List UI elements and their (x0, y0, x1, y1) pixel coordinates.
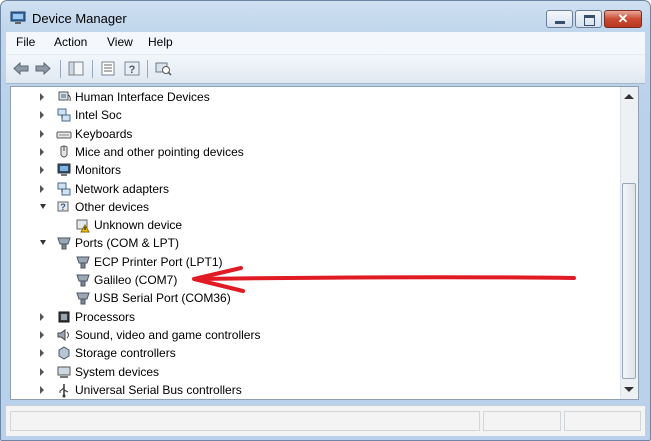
tree-item-label: Monitors (75, 163, 122, 178)
tree-item-label: Other devices (75, 199, 150, 214)
scroll-down-icon[interactable] (624, 387, 634, 392)
tree-item-label: Mice and other pointing devices (75, 144, 244, 159)
device-manager-app-icon (10, 11, 26, 24)
svg-text:?: ? (60, 202, 66, 212)
tree-item-galileo-com7[interactable]: Galileo (COM7) (11, 271, 621, 289)
tree-item-processors[interactable]: Processors (11, 308, 621, 326)
toolbar-separator (60, 60, 61, 78)
collapse-icon[interactable] (40, 203, 46, 209)
properties-icon[interactable] (99, 60, 117, 77)
tree-item-system-devices[interactable]: System devices (11, 363, 621, 381)
maximize-icon (584, 15, 595, 26)
menu-action[interactable]: Action (52, 35, 89, 49)
tree-item-label: USB Serial Port (COM36) (94, 291, 231, 306)
expand-icon[interactable] (40, 111, 44, 120)
tree-item-universal-serial-bus-controllers[interactable]: Universal Serial Bus controllers (11, 381, 621, 399)
vertical-scrollbar[interactable] (620, 87, 638, 399)
tree-item-label: Keyboards (75, 126, 133, 141)
tree-item-sound-video-and-game-controllers[interactable]: Sound, video and game controllers (11, 326, 621, 344)
menu-view[interactable]: View (105, 35, 135, 49)
expand-icon[interactable] (40, 147, 44, 156)
toolbar: ? (6, 54, 645, 84)
menu-bar: File Action View Help (6, 32, 645, 54)
tree-item-label: Ports (COM & LPT) (75, 236, 180, 251)
device-manager-window: Device Manager ✕ File Action View Help ?… (0, 0, 651, 441)
status-pane (10, 411, 480, 431)
window-title: Device Manager (32, 11, 127, 26)
tree-item-label: Intel Soc (75, 108, 122, 123)
device-tree[interactable]: Human Interface Devices Intel Soc Keyboard… (10, 86, 639, 400)
tree-item-ports-com-lpt[interactable]: Ports (COM & LPT) (11, 234, 621, 252)
tree-item-label: Human Interface Devices (75, 90, 210, 104)
status-bar (6, 405, 645, 436)
network-icon (57, 182, 71, 195)
tree-item-monitors[interactable]: Monitors (11, 161, 621, 179)
keyboard-icon (56, 131, 72, 139)
maximize-button[interactable] (575, 10, 602, 28)
hid-icon (58, 91, 71, 102)
tree-item-label: Unknown device (94, 218, 183, 233)
svg-text:?: ? (129, 64, 136, 76)
port-icon (76, 292, 90, 305)
expand-icon[interactable] (40, 367, 44, 376)
menu-help[interactable]: Help (146, 35, 175, 49)
unknown-device-warning-icon (76, 219, 90, 233)
expand-icon[interactable] (40, 93, 44, 101)
back-icon[interactable] (12, 60, 30, 77)
port-icon (76, 274, 90, 287)
tree-item-label: Network adapters (75, 181, 170, 196)
tree-item-label: ECP Printer Port (LPT1) (94, 254, 223, 269)
tree-item-human-interface-devices[interactable]: Human Interface Devices (11, 88, 621, 106)
expand-icon[interactable] (40, 129, 44, 138)
system-icon (57, 366, 71, 378)
unknown-devices-icon: ? (57, 201, 69, 212)
usb-icon (59, 383, 69, 398)
minimize-icon (555, 21, 565, 24)
processor-icon (58, 311, 70, 323)
tree-item-label: Processors (75, 309, 136, 324)
scrollbar-thumb[interactable] (622, 183, 636, 379)
expand-icon[interactable] (40, 166, 44, 175)
expand-icon[interactable] (40, 184, 44, 193)
close-icon: ✕ (617, 11, 629, 26)
speaker-icon (57, 328, 69, 341)
tree-item-usb-serial-port-com36[interactable]: USB Serial Port (COM36) (11, 289, 621, 307)
expand-icon[interactable] (40, 330, 44, 339)
port-icon (76, 256, 90, 269)
collapse-icon[interactable] (40, 240, 46, 246)
tree-item-storage-controllers[interactable]: Storage controllers (11, 344, 621, 362)
expand-icon[interactable] (40, 349, 44, 358)
status-pane (564, 411, 641, 431)
port-icon (57, 237, 71, 250)
toolbar-separator (147, 60, 148, 78)
tree-item-label: Universal Serial Bus controllers (75, 382, 242, 397)
tree-item-network-adapters[interactable]: Network adapters (11, 180, 621, 198)
tree-item-ecp-printer-port-lpt1[interactable]: ECP Printer Port (LPT1) (11, 253, 621, 271)
menu-file[interactable]: File (14, 35, 37, 49)
tree-item-label: Storage controllers (75, 346, 176, 361)
tree-item-label: Galileo (COM7) (94, 273, 178, 287)
expand-icon[interactable] (40, 385, 44, 394)
toolbar-separator (92, 60, 93, 78)
tree-item-keyboards[interactable]: Keyboards (11, 125, 621, 143)
minimize-button[interactable] (546, 10, 573, 28)
show-hide-tree-icon[interactable] (67, 60, 85, 77)
expand-icon[interactable] (40, 312, 44, 321)
network-icon (57, 108, 71, 122)
tree-item-intel-soc[interactable]: Intel Soc (11, 106, 621, 124)
forward-icon[interactable] (34, 60, 52, 77)
tree-item-mice-and-other-pointing-devices[interactable]: Mice and other pointing devices (11, 143, 621, 161)
monitor-icon (57, 163, 71, 177)
help-icon[interactable]: ? (123, 60, 141, 77)
tree-item-unknown-device[interactable]: Unknown device (11, 216, 621, 234)
status-pane (483, 411, 561, 431)
close-button[interactable]: ✕ (604, 10, 642, 28)
storage-icon (58, 346, 70, 360)
tree-item-label: System devices (75, 364, 160, 379)
tree-item-label: Sound, video and game controllers (75, 327, 261, 342)
mouse-icon (60, 145, 68, 158)
tree-item-other-devices[interactable]: ? Other devices (11, 198, 621, 216)
scroll-up-icon[interactable] (624, 94, 634, 99)
scan-hardware-icon[interactable] (154, 60, 172, 77)
